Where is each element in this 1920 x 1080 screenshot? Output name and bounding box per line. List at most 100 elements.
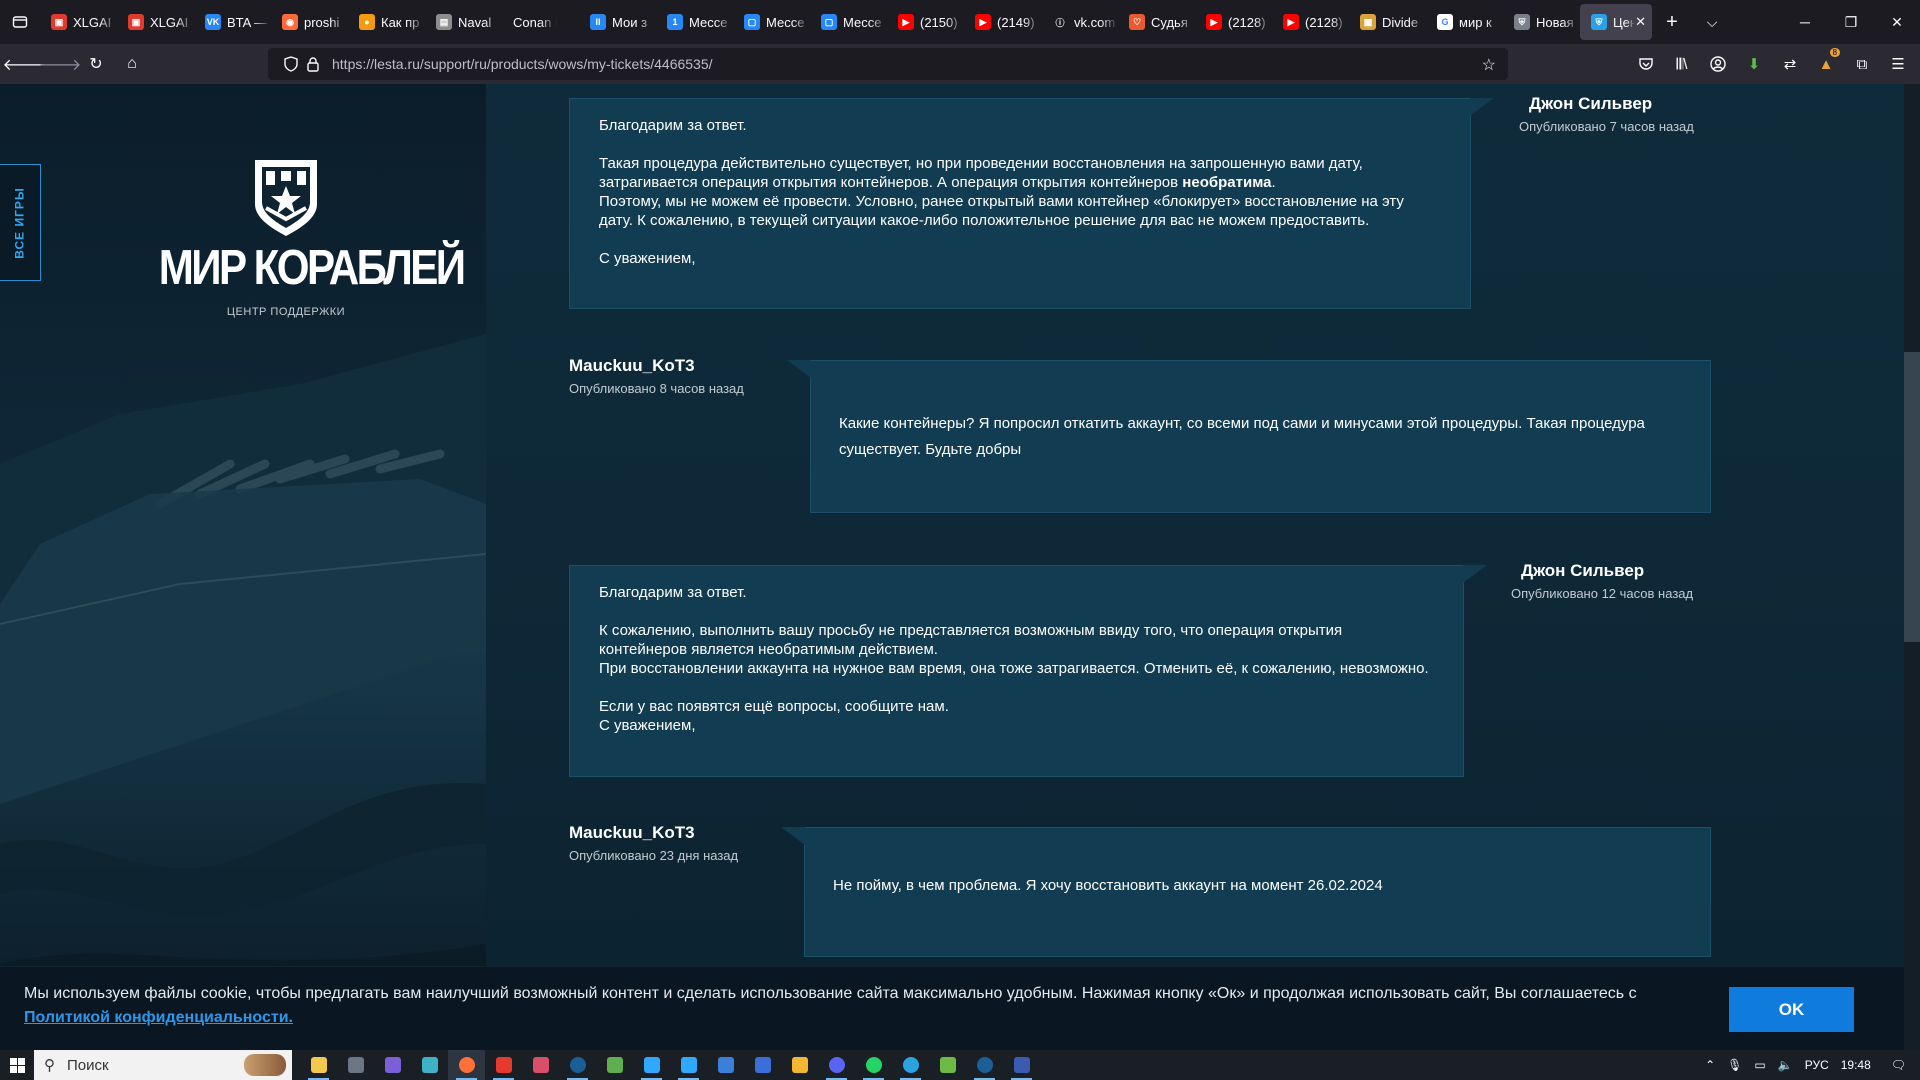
browser-tab[interactable]: ● Как пр xyxy=(348,4,425,40)
tab-overview-button[interactable] xyxy=(0,0,40,44)
start-button[interactable] xyxy=(0,1050,34,1080)
whatsapp-icon xyxy=(865,1057,882,1073)
taskbar-app-lightroom[interactable] xyxy=(670,1050,707,1080)
app-12-icon xyxy=(717,1057,734,1073)
all-games-tab[interactable]: ВСЕ ИГРЫ xyxy=(0,164,41,281)
browser-tab[interactable]: ⓘ vk.com xyxy=(1041,4,1118,40)
tab-title: Мои з xyxy=(612,14,648,30)
reload-button[interactable]: ↻ xyxy=(78,48,114,80)
browser-tab[interactable]: ◉ proshi xyxy=(271,4,348,40)
tab-title: vk.com xyxy=(1074,14,1116,30)
taskbar-app-app-3[interactable] xyxy=(374,1050,411,1080)
message-tail xyxy=(781,827,805,845)
message-author: Mauckuu_KoT3 xyxy=(569,356,695,375)
browser-tab[interactable]: ▢ Мессе xyxy=(733,4,810,40)
cookie-ok-button[interactable]: OK xyxy=(1729,987,1854,1032)
url-bar[interactable]: https://lesta.ru/support/ru/products/wow… xyxy=(268,48,1508,80)
extensions-icon[interactable]: ⧉ xyxy=(1844,56,1880,73)
privacy-policy-link[interactable]: Политикой конфиденциальности. xyxy=(24,1009,293,1026)
notifications-icon[interactable]: 🗨 xyxy=(1877,1058,1920,1072)
taskbar-app-app-14[interactable] xyxy=(781,1050,818,1080)
taskbar-app-explorer[interactable] xyxy=(300,1050,337,1080)
language-indicator[interactable]: РУС xyxy=(1799,1058,1835,1072)
browser-tab[interactable]: II Мои з xyxy=(579,4,656,40)
minimize-button[interactable]: ─ xyxy=(1782,0,1828,44)
tray-overflow-icon[interactable]: ⌃ xyxy=(1699,1058,1721,1072)
page-scrollbar[interactable] xyxy=(1904,84,1920,1050)
taskbar-app-app-12[interactable] xyxy=(707,1050,744,1080)
scrollbar-thumb[interactable] xyxy=(1904,352,1920,642)
message-tail xyxy=(787,360,811,378)
home-button[interactable]: ⌂ xyxy=(114,48,150,80)
support-message: Благодарим за ответ. Такая процедура дей… xyxy=(569,98,1494,309)
browser-tab[interactable]: ♡ Судья xyxy=(1118,4,1195,40)
browser-tab[interactable]: ▶ (2128) xyxy=(1195,4,1272,40)
message-timestamp: Опубликовано 12 часов назад xyxy=(1511,586,1694,601)
browser-tab[interactable]: ▦ Divide xyxy=(1349,4,1426,40)
clock[interactable]: 19:48 xyxy=(1835,1058,1877,1072)
app-2-icon xyxy=(347,1057,364,1073)
arrow-right-icon: 🡒 xyxy=(38,56,82,74)
close-window-button[interactable]: ✕ xyxy=(1874,0,1920,44)
browser-tab[interactable]: ▤ Naval xyxy=(425,4,502,40)
network-icon[interactable]: ▭ xyxy=(1748,1058,1771,1072)
taskbar-app-whatsapp[interactable] xyxy=(855,1050,892,1080)
bookmark-star-icon[interactable]: ☆ xyxy=(1482,55,1496,75)
taskbar-app-photoshop[interactable] xyxy=(633,1050,670,1080)
browser-tab[interactable]: VK BTA — xyxy=(194,4,271,40)
tab-favicon-icon: ▣ xyxy=(51,14,67,30)
tab-close-icon[interactable]: ✕ xyxy=(1635,14,1646,30)
browser-tab[interactable]: ⛨ Новая xyxy=(1503,4,1580,40)
brand-logo[interactable]: МИР КОРАБЛЕЙ ЦЕНТР ПОДДЕРЖКИ xyxy=(158,156,466,318)
taskbar-app-steam[interactable] xyxy=(559,1050,596,1080)
shield-icon[interactable] xyxy=(280,56,302,72)
taskbar-search[interactable]: ⚲ Поиск xyxy=(34,1050,292,1080)
microphone-icon[interactable]: 🎙 xyxy=(1721,1058,1748,1072)
message-text-bold: необратима xyxy=(1182,174,1272,191)
taskbar-app-app-13[interactable] xyxy=(744,1050,781,1080)
taskbar-app-lesta[interactable] xyxy=(1003,1050,1040,1080)
taskbar-app-yandex[interactable] xyxy=(485,1050,522,1080)
message-text: Благодарим за ответ. xyxy=(599,117,747,134)
pocket-icon[interactable] xyxy=(1628,56,1664,72)
browser-tab[interactable]: ▣ XLGAI xyxy=(117,4,194,40)
taskbar-app-firefox[interactable] xyxy=(448,1050,485,1080)
taskbar-app-app-2[interactable] xyxy=(337,1050,374,1080)
browser-tab[interactable]: Gмир к xyxy=(1426,4,1503,40)
account-icon[interactable] xyxy=(1700,56,1736,72)
library-icon[interactable]: 𝄃𝄃\ xyxy=(1664,56,1700,73)
menu-icon[interactable]: ☰ xyxy=(1880,55,1916,73)
tab-favicon-icon: ◉ xyxy=(282,14,298,30)
volume-icon[interactable]: 🔈 xyxy=(1772,1058,1799,1072)
taskbar-app-app-4[interactable] xyxy=(411,1050,448,1080)
forward-button[interactable]: 🡒 xyxy=(39,48,82,80)
new-tab-button[interactable]: + xyxy=(1652,0,1692,44)
taskbar-app-app-9[interactable] xyxy=(596,1050,633,1080)
download-extension-icon[interactable]: ⬇ xyxy=(1736,55,1772,73)
browser-tab[interactable]: ⛨ Цен ✕ xyxy=(1580,4,1652,40)
taskbar-app-app-7[interactable] xyxy=(522,1050,559,1080)
taskbar-app-app-18[interactable] xyxy=(929,1050,966,1080)
translate-icon[interactable]: ⇄ xyxy=(1772,55,1808,73)
back-button[interactable]: 🡐 xyxy=(3,48,46,80)
message-tail xyxy=(1470,98,1494,116)
browser-tab[interactable]: Conan Exil xyxy=(502,4,579,40)
browser-tab[interactable]: ▶ (2128) xyxy=(1272,4,1349,40)
list-all-tabs-button[interactable]: ⌵ xyxy=(1692,0,1732,44)
toolbar-extensions: 𝄃𝄃\ ⬇ ⇄ ▲ 8 ⧉ ☰ xyxy=(1628,44,1916,84)
restore-button[interactable]: ❐ xyxy=(1828,0,1874,44)
browser-tab[interactable]: ▶ (2150) xyxy=(887,4,964,40)
browser-tab[interactable]: ▣ XLGAI xyxy=(40,4,117,40)
browser-tab[interactable]: ▶ (2149) xyxy=(964,4,1041,40)
taskbar-app-telegram[interactable] xyxy=(892,1050,929,1080)
browser-tab[interactable]: 1 Мессе xyxy=(656,4,733,40)
tab-title: мир к xyxy=(1459,14,1492,30)
taskbar-app-steam-2[interactable] xyxy=(966,1050,1003,1080)
yandex-icon xyxy=(495,1057,512,1073)
extension-badge-icon[interactable]: ▲ 8 xyxy=(1808,47,1844,73)
steam-2-icon xyxy=(976,1057,993,1073)
browser-tab[interactable]: ▢ Мессе xyxy=(810,4,887,40)
url-text[interactable]: https://lesta.ru/support/ru/products/wow… xyxy=(332,56,713,72)
taskbar-app-discord[interactable] xyxy=(818,1050,855,1080)
lock-icon[interactable] xyxy=(302,56,324,72)
